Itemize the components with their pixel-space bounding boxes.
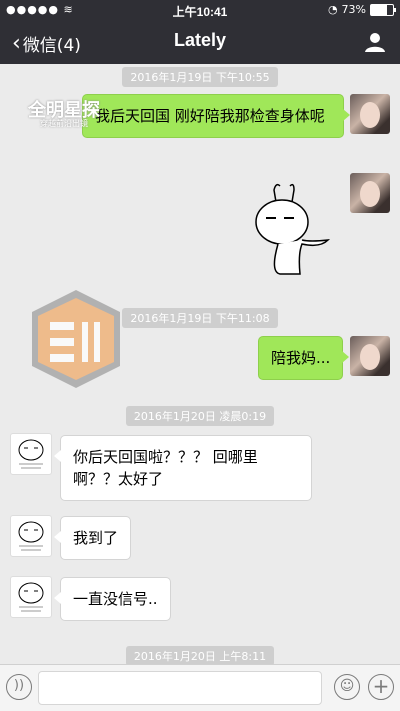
voice-icon[interactable]: ))	[6, 674, 32, 700]
input-bar: )) ☺ +	[0, 664, 400, 711]
avatar[interactable]	[350, 173, 390, 213]
message-input[interactable]	[38, 671, 322, 705]
timestamp: 2016年1月19日 下午11:08	[0, 307, 400, 328]
person-icon[interactable]	[364, 31, 386, 53]
status-right: ◔ 73%	[327, 3, 396, 16]
battery-icon	[370, 3, 396, 16]
timestamp: 2016年1月20日 凌晨0:19	[0, 405, 400, 426]
status-bar: ●●●●● ≋ 上午10:41 ◔ 73%	[0, 0, 400, 20]
message-bubble-received[interactable]: 你后天回国啦？？？ 回哪里啊？？太好了	[54, 435, 312, 501]
plus-icon[interactable]: +	[368, 674, 394, 700]
lock-icon: ◔	[327, 3, 338, 16]
emoji-icon[interactable]: ☺	[334, 674, 360, 700]
avatar[interactable]	[10, 576, 52, 618]
message-bubble-sent[interactable]: 我后天回国 刚好陪我那检查身体呢	[82, 94, 350, 138]
avatar[interactable]	[350, 336, 390, 376]
avatar[interactable]	[10, 515, 52, 557]
message-bubble-received[interactable]: 我到了	[53, 516, 132, 560]
nav-bar: ‹ 微信(4) Lately	[0, 20, 400, 64]
avatar[interactable]	[350, 94, 390, 134]
message-bubble-received[interactable]: 一直没信号..	[54, 577, 171, 621]
sticker-image[interactable]	[250, 182, 330, 276]
watermark-subtext: 穿越前沿出镜	[40, 119, 88, 128]
chat-title: Lately	[173, 30, 227, 50]
avatar-face-icon	[18, 521, 44, 551]
avatar-face-icon	[18, 439, 44, 469]
timestamp: 2016年1月20日 上午8:11	[0, 645, 400, 666]
avatar[interactable]	[10, 433, 52, 475]
avatar-face-icon	[18, 582, 44, 612]
message-bubble-sent[interactable]: 陪我妈...	[258, 336, 350, 380]
battery-percent: 73%	[341, 3, 366, 16]
timestamp: 2016年1月19日 下午10:55	[0, 66, 400, 87]
